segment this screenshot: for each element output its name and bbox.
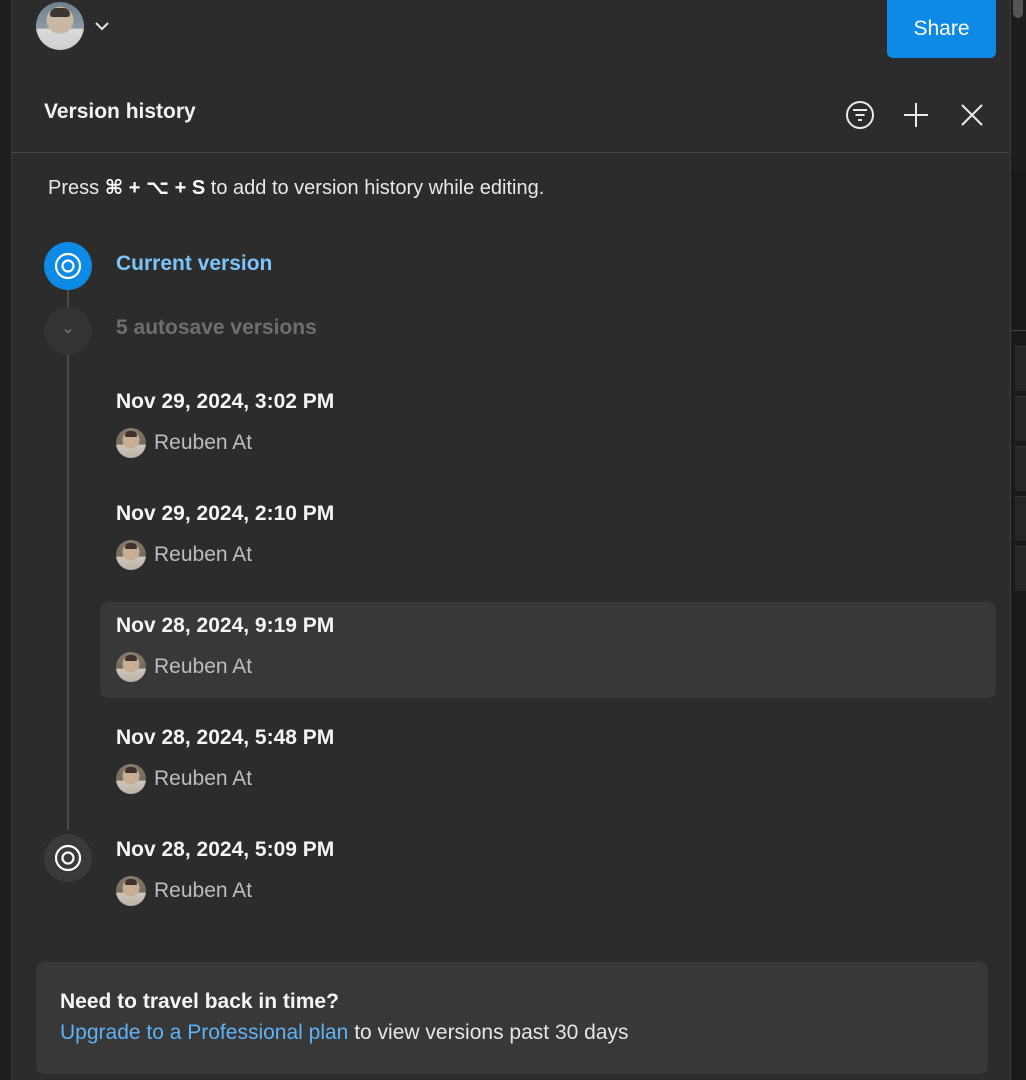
author-name: Reuben At [154, 543, 253, 566]
shortcut-hint: Press ⌘ + ⌥ + S to add to version histor… [48, 175, 544, 200]
header-divider [12, 152, 1009, 153]
close-icon[interactable] [956, 99, 988, 131]
panel-title: Version history [44, 100, 196, 123]
upgrade-message: Upgrade to a Professional plan to view v… [60, 1021, 629, 1045]
version-date: Nov 29, 2024, 3:02 PM [116, 390, 335, 413]
version-history-panel: Share Version history Press ⌘ + ⌥ + S to… [0, 0, 1026, 1080]
version-item[interactable]: Nov 28, 2024, 5:48 PM Reuben At [100, 714, 996, 810]
share-button[interactable]: Share [887, 0, 996, 58]
author-avatar [116, 876, 146, 906]
author-avatar [116, 428, 146, 458]
chevron-down-icon[interactable] [92, 16, 112, 36]
current-version-label[interactable]: Current version [116, 252, 272, 276]
version-item[interactable]: Nov 29, 2024, 3:02 PM Reuben At [100, 378, 996, 474]
plus-icon[interactable] [900, 99, 932, 131]
upgrade-rest-text: to view versions past 30 days [348, 1021, 629, 1044]
author-avatar [116, 652, 146, 682]
version-date: Nov 29, 2024, 2:10 PM [116, 502, 335, 525]
version-date: Nov 28, 2024, 9:19 PM [116, 614, 335, 637]
author-name: Reuben At [154, 767, 253, 790]
author-name: Reuben At [154, 431, 253, 454]
upgrade-title: Need to travel back in time? [60, 990, 339, 1013]
author-name: Reuben At [154, 879, 253, 902]
version-item[interactable]: Nov 29, 2024, 2:10 PM Reuben At [100, 490, 996, 586]
current-version-icon[interactable] [44, 242, 92, 290]
version-date: Nov 28, 2024, 5:48 PM [116, 726, 335, 749]
version-item-selected[interactable]: Nov 28, 2024, 9:19 PM Reuben At [100, 602, 996, 698]
autosave-group-toggle[interactable]: 5 autosave versions [116, 316, 317, 340]
author-avatar [116, 540, 146, 570]
version-item[interactable]: Nov 28, 2024, 5:09 PM Reuben At [100, 826, 996, 922]
version-node-icon [44, 834, 92, 882]
timeline-line [67, 290, 69, 830]
chevron-down-icon[interactable] [44, 307, 92, 355]
hint-suffix: to add to version history while editing. [205, 177, 545, 199]
author-avatar [116, 764, 146, 794]
upgrade-link[interactable]: Upgrade to a Professional plan [60, 1021, 348, 1044]
canvas-edge-right [1010, 0, 1026, 1080]
upgrade-banner: Need to travel back in time? Upgrade to … [36, 962, 988, 1074]
scrollbar-thumb[interactable] [1013, 0, 1023, 18]
keyboard-shortcut: ⌘ + ⌥ + S [104, 177, 206, 199]
version-date: Nov 28, 2024, 5:09 PM [116, 838, 335, 861]
user-avatar[interactable] [36, 2, 84, 50]
filter-icon[interactable] [844, 99, 876, 131]
hint-prefix: Press [48, 177, 105, 199]
author-name: Reuben At [154, 655, 253, 678]
canvas-edge-left [0, 0, 12, 1080]
